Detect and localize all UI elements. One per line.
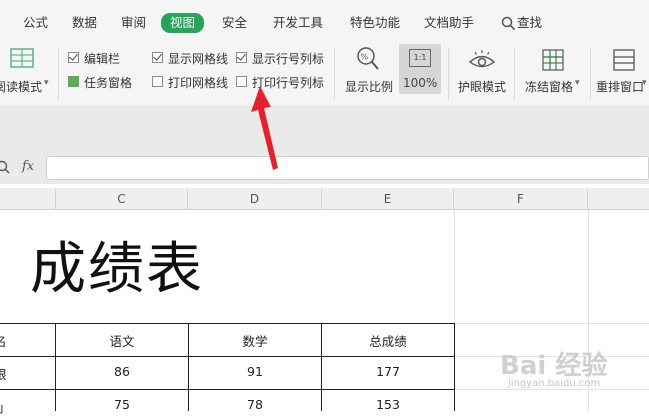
table-cell[interactable]: 153 (322, 397, 454, 412)
table-cell[interactable]: 眼 (0, 364, 14, 383)
tab-developer[interactable]: 开发工具 (273, 14, 323, 32)
reading-mode-button[interactable]: 阅读模式 ▾ (0, 44, 58, 100)
svg-text:%: % (361, 53, 369, 62)
table-cell[interactable]: 86 (56, 364, 188, 379)
zoom-ratio-button[interactable]: % 显示比例 (342, 44, 396, 100)
column-header-e[interactable]: E (322, 188, 454, 210)
formula-input[interactable] (46, 156, 649, 180)
chevron-down-icon: ▾ (642, 78, 647, 88)
eye-protect-label: 护眼模式 (458, 80, 507, 94)
task-pane-label: 任务窗格 (84, 76, 133, 90)
annotation-arrow-icon (251, 86, 278, 170)
ribbon-divider (58, 48, 59, 100)
table-header-cell[interactable]: 总成绩 (322, 331, 454, 350)
chevron-down-icon: ▾ (44, 78, 49, 88)
show-gridlines-checkbox[interactable] (152, 52, 163, 63)
table-header-cell[interactable]: 数学 (189, 331, 321, 350)
sheet-title[interactable]: 成绩表 (30, 238, 204, 302)
zoom-search-icon[interactable] (0, 160, 12, 176)
column-header-f[interactable]: F (454, 188, 588, 210)
table-border (0, 389, 455, 390)
show-headers-checkbox[interactable] (236, 52, 247, 63)
table-border (454, 323, 455, 411)
show-gridlines-toggle[interactable]: 显示网格线 (152, 50, 234, 66)
table-cell[interactable]: 91 (189, 364, 321, 379)
ribbon-divider (448, 48, 449, 100)
watermark-url: jingyan.baidu.com (508, 378, 601, 389)
tab-review[interactable]: 审阅 (121, 14, 146, 32)
print-gridlines-checkbox[interactable] (152, 76, 163, 87)
column-header-partial[interactable] (0, 188, 56, 210)
reading-mode-label: 阅读模式 (0, 80, 43, 94)
fx-button[interactable]: fx (22, 159, 34, 174)
arrange-windows-icon (613, 49, 635, 71)
table-header-cell[interactable]: 语文 (56, 331, 188, 350)
print-gridlines-toggle[interactable]: 打印网格线 (152, 74, 234, 90)
table-cell[interactable]: 」 (0, 397, 18, 416)
edit-bar-toggle[interactable]: 编辑栏 (68, 50, 148, 66)
freeze-panes-button[interactable]: 冻结窗格 ▾ (522, 44, 586, 100)
tab-special[interactable]: 特色功能 (350, 14, 400, 32)
zoom-100-button[interactable]: 1:1 100% (399, 44, 441, 94)
freeze-panes-icon (542, 49, 564, 71)
eye-icon (468, 50, 496, 68)
table-cell[interactable]: 75 (56, 397, 188, 412)
table-border (0, 323, 455, 324)
ribbon-divider (590, 48, 591, 100)
ribbon-divider (334, 48, 335, 100)
table-cell[interactable]: 177 (322, 364, 454, 379)
show-gridlines-label: 显示网格线 (168, 52, 229, 66)
search-icon (501, 16, 516, 31)
arrange-windows-label: 重排窗口 (596, 80, 645, 94)
show-headers-toggle[interactable]: 显示行号列标 (236, 50, 330, 66)
edit-bar-checkbox[interactable] (68, 52, 79, 63)
zoom-ratio-label: 显示比例 (345, 80, 394, 94)
column-header-g-partial[interactable] (588, 188, 649, 210)
table-cell[interactable]: 78 (189, 397, 321, 412)
tab-data[interactable]: 数据 (72, 14, 97, 32)
eye-protect-button[interactable]: 护眼模式 (455, 44, 509, 100)
toolbar-gap (0, 107, 649, 153)
watermark-logo: Bai 经验 (500, 351, 608, 381)
task-pane-checkbox[interactable] (68, 76, 79, 87)
edit-bar-label: 编辑栏 (84, 52, 121, 66)
arrange-windows-button[interactable]: 重排窗口 ▾ (596, 44, 649, 100)
tab-security[interactable]: 安全 (222, 14, 247, 32)
zoom-100-label: 100% (403, 76, 438, 90)
task-pane-toggle[interactable]: 任务窗格 (68, 74, 148, 90)
column-header-c[interactable]: C (56, 188, 188, 210)
search-label: 查找 (517, 15, 543, 30)
tab-doc-assistant[interactable]: 文档助手 (424, 14, 474, 32)
show-headers-label: 显示行号列标 (252, 52, 325, 66)
tab-formula[interactable]: 公式 (23, 14, 48, 32)
ribbon-divider (514, 48, 515, 100)
zoom-magnifier-icon: % (357, 47, 379, 70)
reading-mode-icon (10, 48, 34, 68)
tab-view[interactable]: 视图 (161, 13, 205, 33)
print-headers-checkbox[interactable] (236, 76, 247, 87)
column-header-d[interactable]: D (188, 188, 322, 210)
chevron-down-icon: ▾ (575, 78, 580, 88)
print-gridlines-label: 打印网格线 (168, 76, 229, 90)
menu-bar (0, 0, 649, 42)
table-header-cell[interactable]: 名 (0, 331, 14, 350)
table-border (0, 356, 455, 357)
freeze-panes-label: 冻结窗格 (525, 80, 574, 94)
one-to-one-icon: 1:1 (409, 49, 431, 67)
